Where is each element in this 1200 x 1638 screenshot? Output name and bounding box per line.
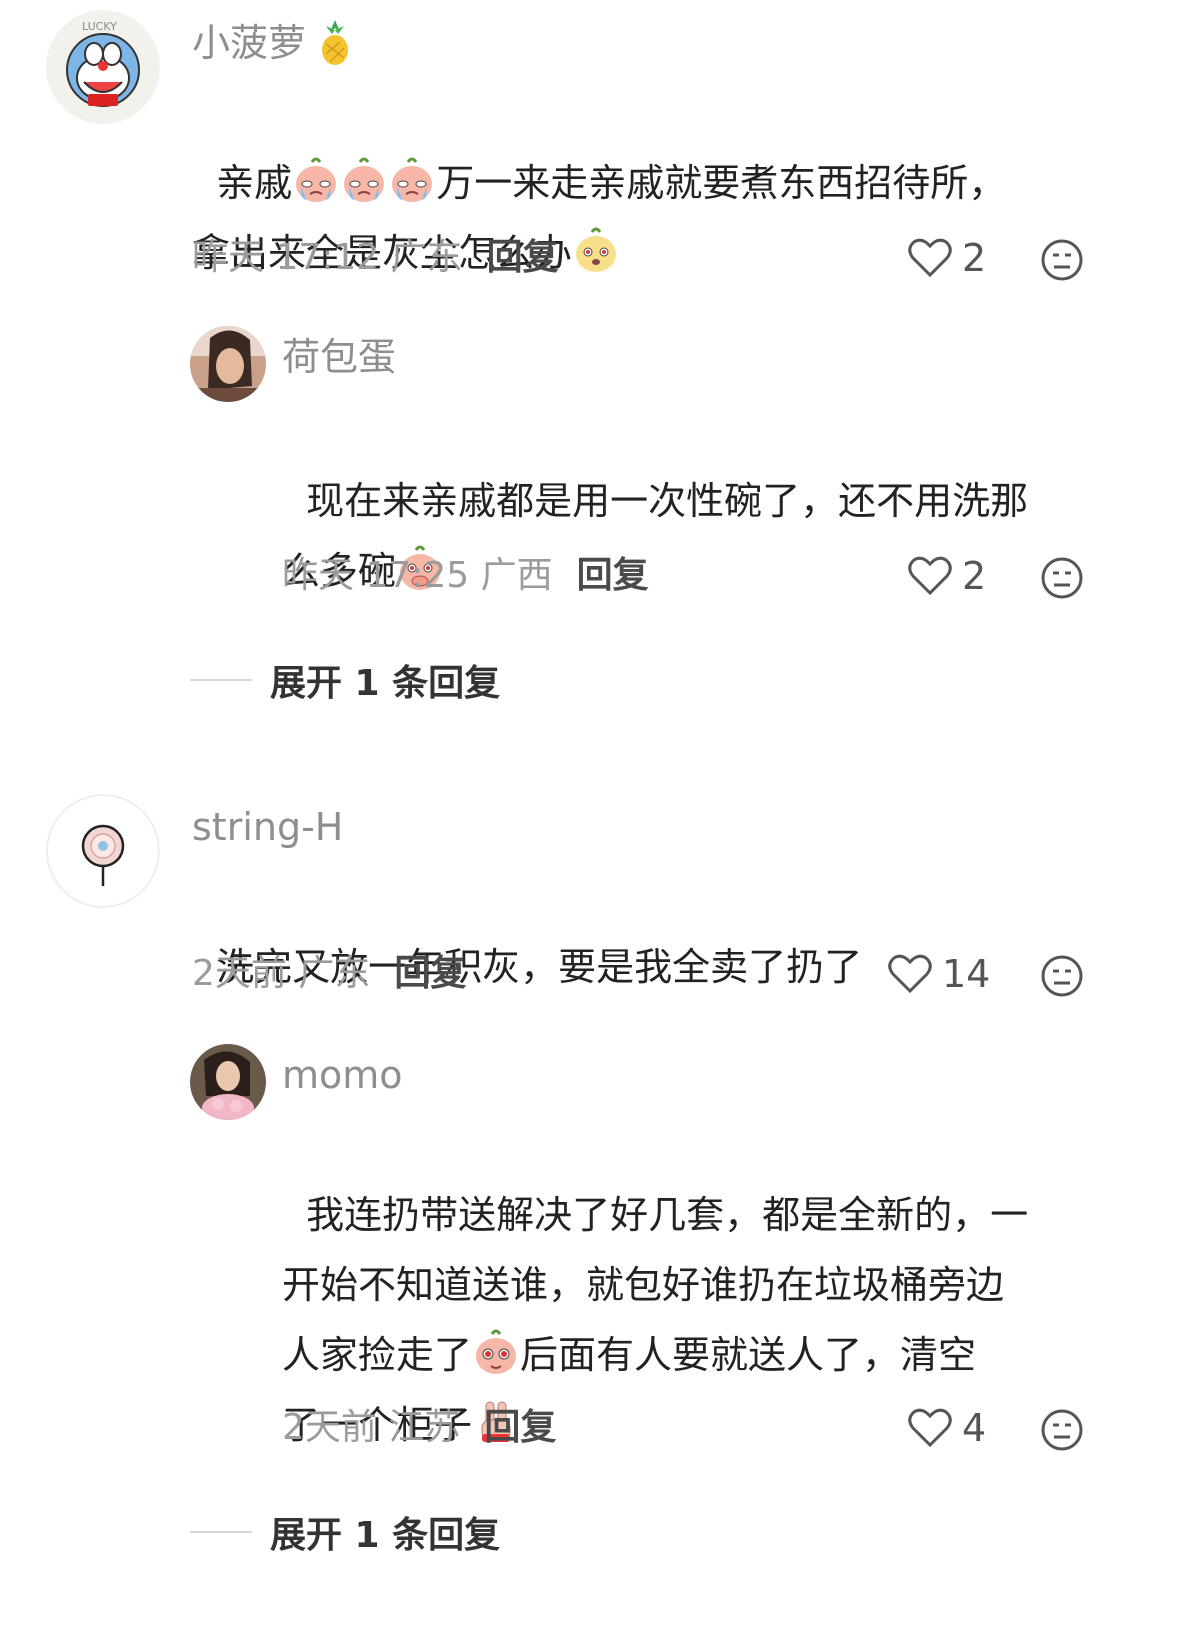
neutral-face-icon[interactable]	[1040, 954, 1084, 998]
comment-time: 昨天 17:12 广东	[192, 237, 463, 278]
expand-replies-button[interactable]: 展开 1 条回复	[190, 654, 500, 706]
pineapple-icon	[322, 20, 349, 65]
like-count: 4	[962, 1406, 987, 1450]
avatar-xiaoboluo[interactable]: LUCKY	[46, 10, 160, 124]
avatar-momo[interactable]	[190, 1044, 266, 1120]
heart-outline-icon	[908, 1408, 952, 1448]
crying-face-icon	[344, 157, 385, 202]
comment-username[interactable]: 小菠萝	[192, 18, 352, 66]
svg-text:LUCKY: LUCKY	[82, 20, 117, 33]
avatar-string-h[interactable]	[46, 794, 160, 908]
reply-button[interactable]: 回复	[577, 555, 649, 596]
heart-outline-icon	[888, 954, 932, 994]
reply-button[interactable]: 回复	[484, 1407, 556, 1448]
divider-line	[190, 1531, 252, 1533]
reply-meta: 昨天 17:25 广西 回复	[282, 554, 649, 598]
like-count: 2	[962, 236, 987, 280]
puzzled-face-icon	[576, 227, 617, 272]
neutral-face-icon[interactable]	[1040, 556, 1084, 600]
heart-outline-icon	[908, 238, 952, 278]
neutral-face-icon[interactable]	[1040, 1408, 1084, 1452]
reply-time: 2天前 江苏	[282, 1407, 461, 1448]
neutral-face-icon[interactable]	[1040, 238, 1084, 282]
like-button[interactable]: 2	[908, 236, 986, 280]
reply-button[interactable]: 回复	[394, 953, 466, 994]
like-count: 14	[942, 952, 991, 996]
comment-username[interactable]: string-H	[192, 804, 343, 850]
crying-face-icon	[296, 157, 337, 202]
comment-meta: 昨天 17:12 广东 回复	[192, 236, 559, 280]
like-button[interactable]: 14	[888, 952, 990, 996]
reply-time: 昨天 17:25 广西	[282, 555, 553, 596]
pleading-face-icon	[476, 1329, 517, 1374]
like-count: 2	[962, 554, 987, 598]
reply-button[interactable]: 回复	[487, 237, 559, 278]
reply-username[interactable]: 荷包蛋	[282, 334, 396, 380]
expand-replies-button[interactable]: 展开 1 条回复	[190, 1506, 500, 1558]
comment-time: 2天前 广东	[192, 953, 371, 994]
like-button[interactable]: 4	[908, 1406, 986, 1450]
comment-meta: 2天前 广东 回复	[192, 952, 466, 996]
reply-username[interactable]: momo	[282, 1052, 403, 1098]
avatar-hebaodan[interactable]	[190, 326, 266, 402]
reply-meta: 2天前 江苏 回复	[282, 1406, 556, 1450]
like-button[interactable]: 2	[908, 554, 986, 598]
heart-outline-icon	[908, 556, 952, 596]
divider-line	[190, 679, 252, 681]
crying-face-icon	[392, 157, 433, 202]
